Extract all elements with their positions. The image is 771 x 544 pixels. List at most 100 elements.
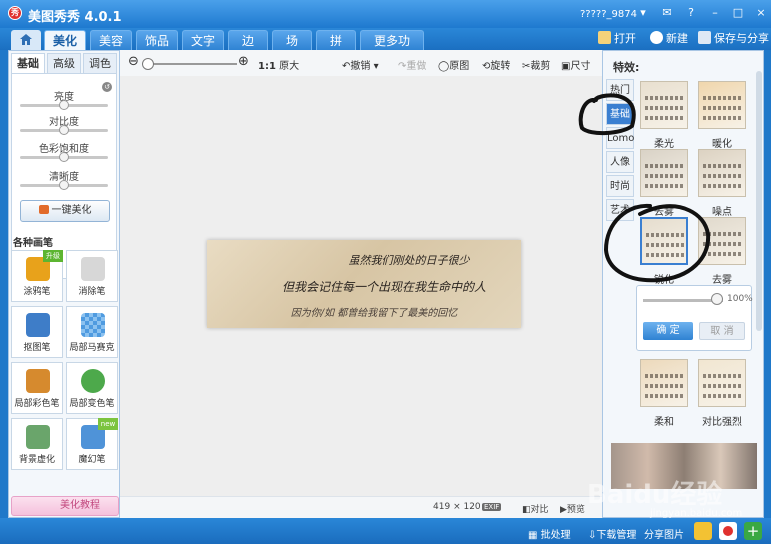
tool-label: 局部变色笔 [69,399,115,409]
maximize-button[interactable]: □ [731,7,745,19]
rotate-button[interactable]: ⟲旋转 [482,57,510,72]
tab-text[interactable]: 文字 [182,30,224,50]
zoom-slider[interactable] [147,63,237,65]
message-icon[interactable]: ✉ [660,7,674,19]
tool-label: 涂鸦笔 [23,287,51,297]
tool-magic-pen[interactable]: new 魔幻笔 [66,418,118,470]
effects-scrollbar[interactable] [756,71,762,331]
plus-icon[interactable]: + [744,522,762,540]
effect-dehaze-a[interactable]: 去雾 [640,149,688,218]
effect-thumbnail [698,149,746,197]
sharpness-slider-knob[interactable] [59,180,69,190]
preview-button[interactable]: ▶预览 [560,502,585,515]
tool-label: 抠图笔 [23,343,51,353]
strength-slider-knob[interactable] [711,293,723,305]
download-manager-button[interactable]: ⇩下载管理 [588,526,636,541]
new-button[interactable]: 新建 [650,31,688,47]
effect-soft[interactable]: 柔和 [640,359,688,428]
saturation-slider-knob[interactable] [59,152,69,162]
tool-label: 局部马赛克 [69,343,115,353]
baidu-watermark-logo: Baidu经验 [587,480,723,510]
effect-label: 暖化 [712,139,732,150]
vtab-lomo[interactable]: Lomo [606,127,634,149]
open-button[interactable]: 打开 [598,31,636,47]
account-name[interactable]: ?????_9874 [580,9,637,20]
help-icon[interactable]: ? [684,7,698,19]
redo-button[interactable]: ↷重做 [398,57,426,72]
vtab-fashion[interactable]: 时尚 [606,175,634,197]
actual-size-button[interactable]: 1:1 原大 [258,57,299,72]
image-canvas[interactable]: 虽然我们刚处的日子很少 但我会记住每一个出现在我生命中的人 因为你/如 都曾给我… [120,76,602,496]
crop-label: 裁剪 [530,61,551,72]
dimension-separator: × [453,502,461,512]
cancel-button[interactable]: 取 消 [699,322,745,340]
tab-accessories[interactable]: 饰品 [136,30,178,50]
home-button[interactable] [11,30,41,50]
contrast-slider-knob[interactable] [59,125,69,135]
star-icon[interactable] [694,522,712,540]
resize-button[interactable]: ▣尺寸 [561,57,590,72]
tab-beautify[interactable]: 美化 [44,30,86,50]
brightness-slider[interactable] [20,100,108,110]
tab-collage[interactable]: 拼图 [316,30,356,68]
tab-border[interactable]: 边框 [228,30,268,68]
effect-label: 对比强烈 [702,417,742,428]
tab-more-features[interactable]: 更多功能 ▾ [360,30,424,68]
sub-tab-advanced[interactable]: 高级 [47,53,81,73]
tab-beauty[interactable]: 美容 [90,30,132,50]
effect-noise[interactable]: 噪点 [698,149,746,218]
effects-title: 特效: [613,61,640,74]
weibo-icon[interactable] [719,522,737,540]
sharpness-slider[interactable] [20,180,108,190]
contrast-slider[interactable] [20,125,108,135]
tool-local-color-pen[interactable]: 局部彩色笔 [11,362,63,414]
tool-local-mosaic[interactable]: 局部马赛克 [66,306,118,358]
effect-dehaze-b[interactable]: 去雾 [698,217,746,286]
tab-scene[interactable]: 场景 [272,30,312,68]
effect-warm[interactable]: 暖化 [698,81,746,150]
saturation-slider[interactable] [20,152,108,162]
undo-button[interactable]: ↶撤销 ▾ [342,57,379,72]
edited-photo[interactable]: 虽然我们刚处的日子很少 但我会记住每一个出现在我生命中的人 因为你/如 都曾给我… [207,240,521,328]
brightness-slider-knob[interactable] [59,100,69,110]
sub-tab-color[interactable]: 调色 [83,53,117,73]
one-click-beautify-button[interactable]: 一键美化 [20,200,110,222]
effect-label: 噪点 [712,207,732,218]
vtab-portrait[interactable]: 人像 [606,151,634,173]
save-share-button[interactable]: 保存与分享 [698,31,769,47]
original-label: 原图 [449,61,470,72]
beautify-tutorial-button[interactable]: 美化教程 [11,496,119,516]
tool-local-recolor-pen[interactable]: 局部变色笔 [66,362,118,414]
effect-thumbnail [640,149,688,197]
confirm-button[interactable]: 确 定 [643,322,693,340]
tool-cutout-pen[interactable]: 抠图笔 [11,306,63,358]
sub-tab-basic[interactable]: 基础 [11,53,45,73]
tool-label: 局部彩色笔 [14,399,60,409]
tool-eraser-pen[interactable]: 消除笔 [66,250,118,302]
effect-sharpen[interactable]: 锐化 [640,217,688,286]
zoom-out-icon[interactable]: ⊖ [128,54,139,69]
effect-high-contrast[interactable]: 对比强烈 [698,359,746,428]
exif-button[interactable]: EXIF [482,502,502,512]
folder-icon [598,31,611,44]
effect-soft-light[interactable]: 柔光 [640,81,688,150]
tool-doodle-pen[interactable]: 升级 涂鸦笔 [11,250,63,302]
share-image-button[interactable]: 分享图片 [644,526,684,541]
account-dropdown-icon[interactable]: ▾ [636,7,650,19]
effect-label: 去雾 [654,207,674,218]
zoom-slider-knob[interactable] [142,58,154,70]
vtab-art[interactable]: 艺术 [606,199,634,221]
batch-button[interactable]: ▦ 批处理 [528,526,571,541]
crop-button[interactable]: ✂裁剪 [522,57,550,72]
zoom-in-icon[interactable]: ⊕ [238,54,249,69]
close-button[interactable]: × [754,7,768,19]
vtab-hot[interactable]: 热门 [606,79,634,101]
original-image-button[interactable]: ◯原图 [438,57,469,72]
batch-label: 批处理 [540,530,571,541]
undo-label: 撤销 [350,61,371,72]
vtab-basic[interactable]: 基础 [606,103,634,125]
minimize-button[interactable]: – [708,7,722,19]
compare-button[interactable]: ◧对比 [522,502,549,515]
new-label: 新建 [666,32,688,45]
tool-background-blur[interactable]: 背景虚化 [11,418,63,470]
